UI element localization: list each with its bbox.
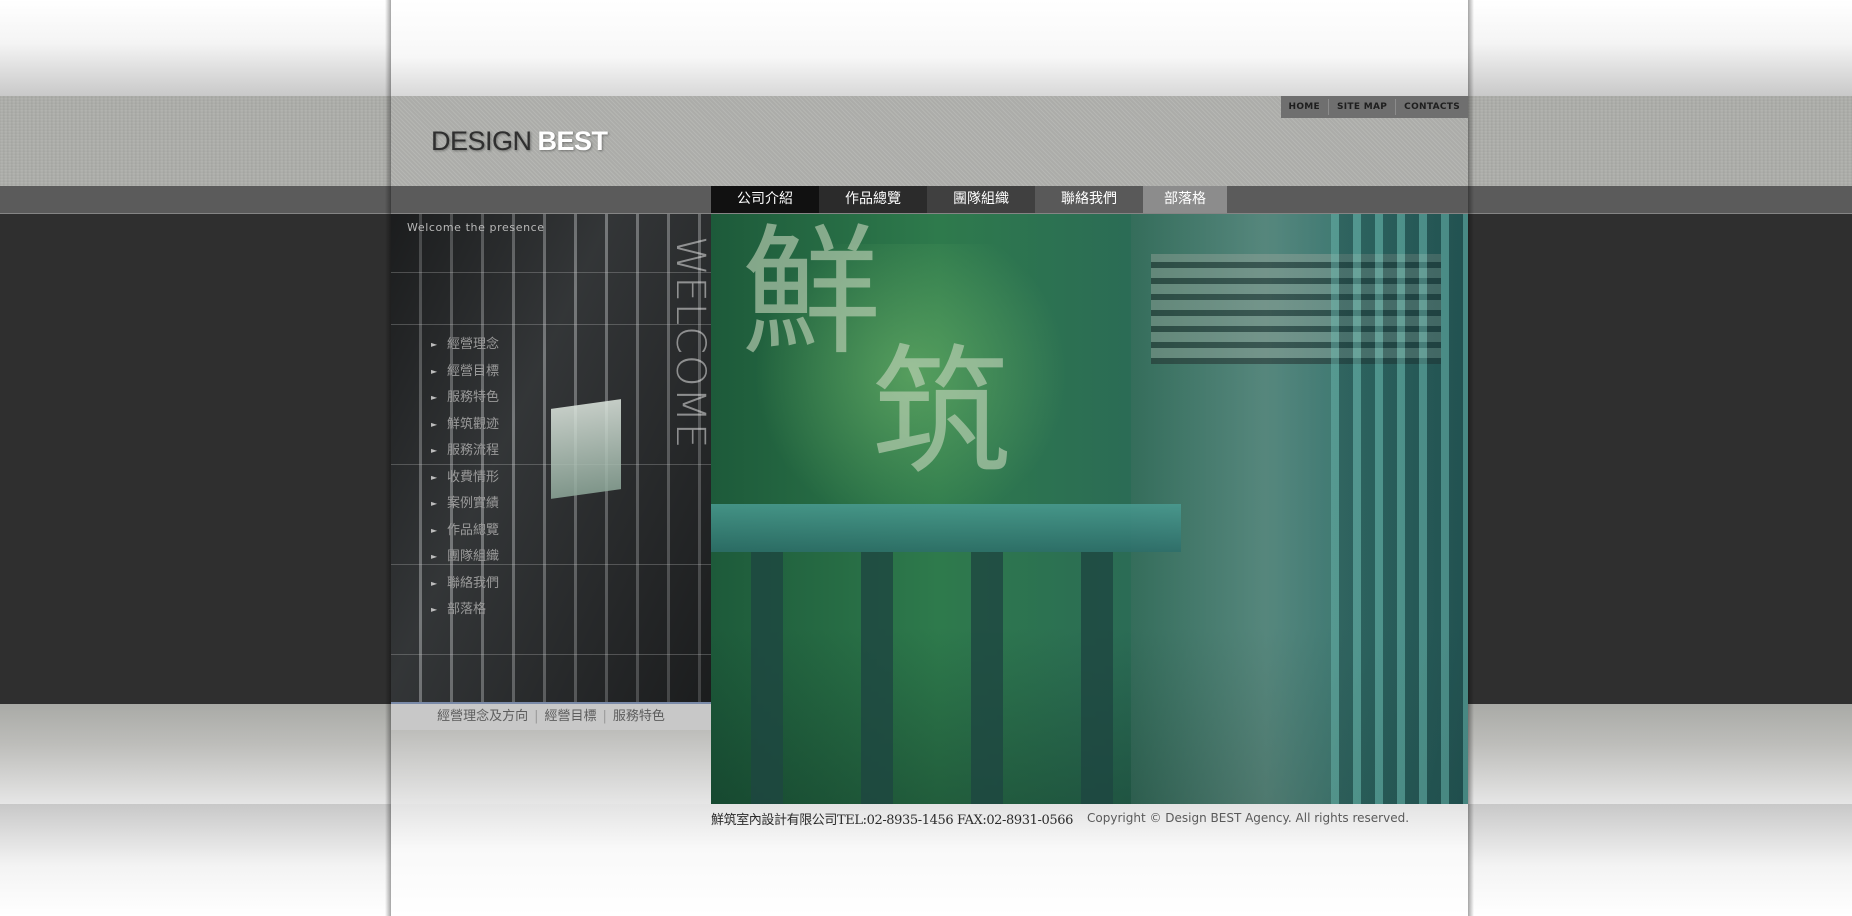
bullet-arrow-icon: ► <box>431 525 438 535</box>
utility-link-sitemap[interactable]: SITE MAP <box>1329 96 1395 118</box>
sub-link-features[interactable]: 服務特色 <box>613 709 665 724</box>
sidebar-item-label: 團隊組織 <box>447 549 500 565</box>
bullet-arrow-icon: ► <box>431 499 438 509</box>
rail-post <box>751 552 783 804</box>
bullet-arrow-icon: ► <box>431 393 438 403</box>
rail-post <box>1081 552 1113 804</box>
sub-link-divider: | <box>602 709 607 724</box>
utility-nav: HOME SITE MAP CONTACTS <box>1280 96 1468 118</box>
nav-tab-portfolio[interactable]: 作品總覽 <box>819 186 927 213</box>
glass-panel <box>1331 214 1468 804</box>
bullet-arrow-icon: ► <box>431 340 438 350</box>
sidebar-item[interactable]: ► 經營理念 <box>431 332 499 359</box>
site-footer: 鮮筑室內設計有限公司TEL:02-8935-1456 FAX:02-8931-0… <box>711 808 1468 828</box>
bullet-arrow-icon: ► <box>431 578 438 588</box>
site-header: DESIGN BEST HOME SITE MAP CONTACTS <box>391 96 1468 186</box>
calligraphy-char-2: 筑 <box>871 332 1012 495</box>
sidebar-tagline: Welcome the presence <box>407 221 545 234</box>
sidebar-item[interactable]: ► 收費情形 <box>431 465 499 492</box>
sidebar-item-label: 經營理念 <box>447 337 500 353</box>
balcony-rail <box>711 504 1181 552</box>
copyright-text: Copyright © Design BEST Agency. All righ… <box>1087 811 1410 825</box>
bullet-arrow-icon: ► <box>431 419 438 429</box>
utility-link-contacts[interactable]: CONTACTS <box>1396 96 1468 118</box>
column-bottom <box>391 730 711 804</box>
sidebar-item[interactable]: ► 案例實績 <box>431 491 499 518</box>
company-contact-info: 鮮筑室內設計有限公司TEL:02-8935-1456 FAX:02-8931-0… <box>711 812 1074 828</box>
logo-word-design: DESIGN <box>431 126 532 156</box>
bullet-arrow-icon: ► <box>431 605 438 615</box>
bullet-arrow-icon: ► <box>431 552 438 562</box>
nav-tab-about[interactable]: 公司介紹 <box>711 186 819 213</box>
site-logo[interactable]: DESIGN BEST <box>431 126 608 157</box>
sidebar-item-label: 鮮筑觀迹 <box>447 416 500 432</box>
bullet-arrow-icon: ► <box>431 446 438 456</box>
hero-image: 鮮 筑 <box>711 214 1468 804</box>
sidebar-item[interactable]: ► 服務流程 <box>431 438 499 465</box>
rail-post <box>971 552 1003 804</box>
sidebar-item-label: 服務特色 <box>447 390 500 406</box>
sidebar-item[interactable]: ► 聯絡我們 <box>431 571 499 598</box>
sidebar-item[interactable]: ► 部落格 <box>431 597 499 624</box>
column-shadow-right <box>1468 0 1474 916</box>
building-window-image <box>551 399 621 499</box>
sidebar-item-label: 聯絡我們 <box>447 575 500 591</box>
rail-post <box>861 552 893 804</box>
sidebar-item-label: 作品總覽 <box>447 522 500 538</box>
nav-tab-contact[interactable]: 聯絡我們 <box>1035 186 1143 213</box>
sidebar: Welcome the presence WELCOME ► 經營理念 ► 經營目標… <box>391 214 711 704</box>
sidebar-item[interactable]: ► 服務特色 <box>431 385 499 412</box>
nav-tab-team[interactable]: 團隊組織 <box>927 186 1035 213</box>
sidebar-item[interactable]: ► 團隊組織 <box>431 544 499 571</box>
sidebar-item[interactable]: ► 經營目標 <box>431 359 499 386</box>
sidebar-item-label: 收費情形 <box>447 469 500 485</box>
sidebar-menu: ► 經營理念 ► 經營目標 ► 服務特色 ► 鮮筑觀迹 ► 服務流程 ► 收費情形 ► 案例實… <box>431 332 499 624</box>
sidebar-item-label: 部落格 <box>447 602 487 618</box>
sidebar-item-label: 經營目標 <box>447 363 500 379</box>
sub-link-philosophy[interactable]: 經營理念及方向 <box>437 709 528 724</box>
brand-calligraphy: 鮮 筑 <box>741 224 1011 484</box>
nav-tab-blog[interactable]: 部落格 <box>1143 186 1227 213</box>
main-nav: 公司介紹 作品總覽 團隊組織 聯絡我們 部落格 <box>711 186 1227 213</box>
logo-word-best: BEST <box>537 126 609 156</box>
sub-links-bar: 經營理念及方向 | 經營目標 | 服務特色 <box>391 704 711 730</box>
welcome-vertical-text: WELCOME <box>667 236 711 450</box>
sub-link-divider: | <box>534 709 539 724</box>
sub-link-goals[interactable]: 經營目標 <box>544 709 596 724</box>
grid-line <box>391 654 711 655</box>
bullet-arrow-icon: ► <box>431 366 438 376</box>
column-top <box>391 0 1468 96</box>
sidebar-item[interactable]: ► 作品總覽 <box>431 518 499 545</box>
sidebar-item-label: 服務流程 <box>447 443 500 459</box>
bullet-arrow-icon: ► <box>431 472 438 482</box>
sidebar-item-label: 案例實績 <box>447 496 500 512</box>
page-container: DESIGN BEST HOME SITE MAP CONTACTS 公司介紹 作… <box>385 0 1474 916</box>
sidebar-item[interactable]: ► 鮮筑觀迹 <box>431 412 499 439</box>
utility-link-home[interactable]: HOME <box>1281 96 1329 118</box>
